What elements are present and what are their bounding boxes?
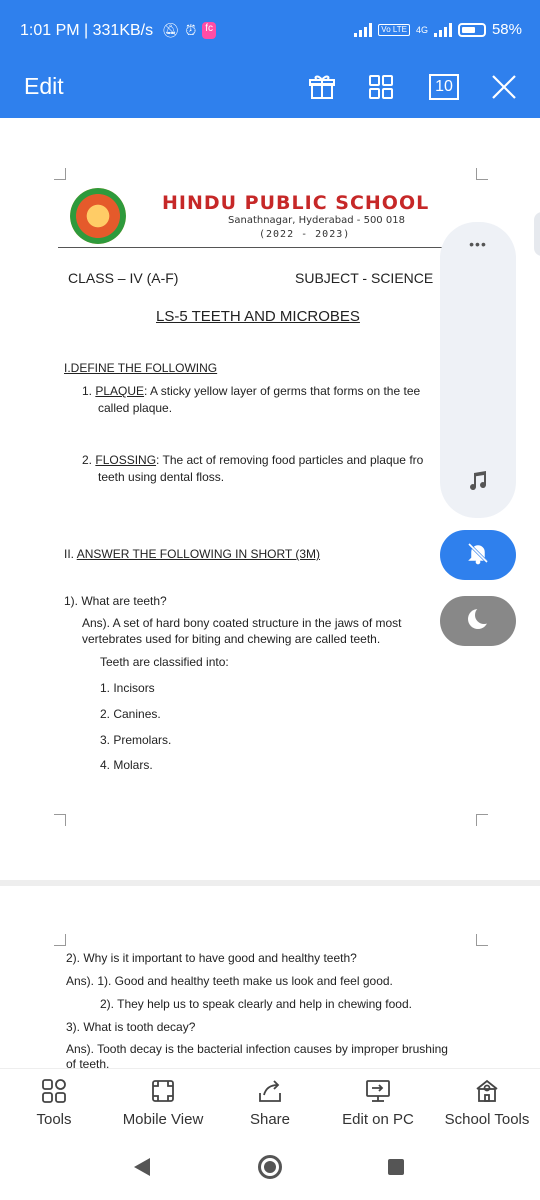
school-logo [70,188,126,244]
crop-mark [54,934,66,946]
list-item: 4. Molars. [100,758,153,772]
list-item: 2. Canines. [100,707,161,721]
app-bar: Edit 10 [0,64,540,118]
answer-line: Teeth are classified into: [100,655,229,669]
page-count-button[interactable]: 10 [427,70,461,104]
bottom-toolbar: Tools Mobile View Share Edit on PC Schoo… [0,1068,540,1136]
edit-on-pc-button[interactable]: Edit on PC [340,1077,416,1128]
school-address: Sanathnagar, Hyderabad - 500 018 [228,215,405,226]
signal-icon [354,22,373,37]
crop-mark [476,934,488,946]
grid-view-icon[interactable] [364,70,398,104]
page-divider [0,880,540,886]
notification-icons: 🔕︎ ⏰︎ fc [161,22,217,39]
status-time: 1:01 PM | 331KB/s 🔕︎ ⏰︎ fc [20,22,217,40]
crop-mark [54,814,66,826]
status-right: Vo LTE 4G 58% [354,21,522,38]
school-tools-button[interactable]: School Tools [440,1077,534,1128]
night-mode-button[interactable] [440,596,516,646]
definition-item: 1. PLAQUE: A sticky yellow layer of germ… [82,384,421,398]
page-count: 10 [429,74,459,100]
home-icon[interactable] [258,1155,282,1179]
edit-button[interactable]: Edit [24,73,64,100]
question: 3). What is tooth decay? [66,1020,196,1034]
school-header: HINDU PUBLIC SCHOOL Sanathnagar, Hyderab… [58,182,478,248]
mobile-view-icon [118,1077,208,1105]
definition-item-line: called plaque. [98,401,173,415]
crop-mark [476,168,488,180]
lesson-title: LS-5 TEETH AND MICROBES [156,308,360,325]
status-bar: 1:01 PM | 331KB/s 🔕︎ ⏰︎ fc Vo LTE 4G 58% [0,0,540,64]
answer-line: Ans). 1). Good and healthy teeth make us… [66,974,393,988]
share-icon [246,1077,294,1105]
question: 1). What are teeth? [64,594,167,608]
school-name: HINDU PUBLIC SCHOOL [162,192,430,214]
tools-button[interactable]: Tools [30,1077,78,1128]
mute-toggle-button[interactable] [440,530,516,580]
signal-icon-2 [433,22,452,37]
floating-panel: ••• [440,222,516,518]
monitor-icon [340,1077,416,1105]
crop-mark [54,168,66,180]
share-button[interactable]: Share [246,1077,294,1128]
edge-handle[interactable] [534,212,540,256]
recent-apps-icon[interactable] [388,1159,404,1175]
subject-label: SUBJECT - SCIENCE [295,270,434,286]
music-note-icon[interactable] [467,470,487,491]
section-heading: II. ANSWER THE FOLLOWING IN SHORT (3M) [64,547,321,561]
battery-level: 58% [491,21,522,38]
list-item: 3. Premolars. [100,733,172,747]
answer-line: Ans). Tooth decay is the bacterial infec… [66,1042,448,1056]
volte-icon: Vo LTE [378,23,410,36]
back-icon[interactable] [134,1158,150,1176]
list-item: 1. Incisors [100,681,155,695]
silent-bell-icon: 🔕︎ [161,22,180,38]
answer-line: Ans). A set of hard bony coated structur… [82,616,402,630]
moon-icon [465,605,493,637]
answer-line: 2). They help us to speak clearly and he… [100,997,412,1011]
crop-mark [476,814,488,826]
tools-icon [30,1077,78,1105]
section-heading: I.DEFINE THE FOLLOWING [64,361,218,375]
school-icon [440,1077,534,1105]
battery-icon [457,22,486,37]
question: 2). Why is it important to have good and… [66,951,357,965]
mobile-view-button[interactable]: Mobile View [118,1077,208,1128]
network-type: 4G [415,24,428,35]
answer-line: vertebrates used for biting and chewing … [82,632,381,646]
fc-app-icon: fc [202,22,217,39]
more-icon[interactable]: ••• [440,236,516,252]
definition-item-line: teeth using dental floss. [98,470,225,484]
close-icon[interactable] [487,70,521,104]
bell-off-icon [466,541,490,570]
class-label: CLASS – IV (A-F) [68,270,179,286]
gift-icon[interactable] [305,70,339,104]
system-nav-bar [0,1136,540,1200]
definition-item: 2. FLOSSING: The act of removing food pa… [82,453,424,467]
school-year: (2022 - 2023) [259,229,351,240]
alarm-icon: ⏰︎ [185,22,197,38]
